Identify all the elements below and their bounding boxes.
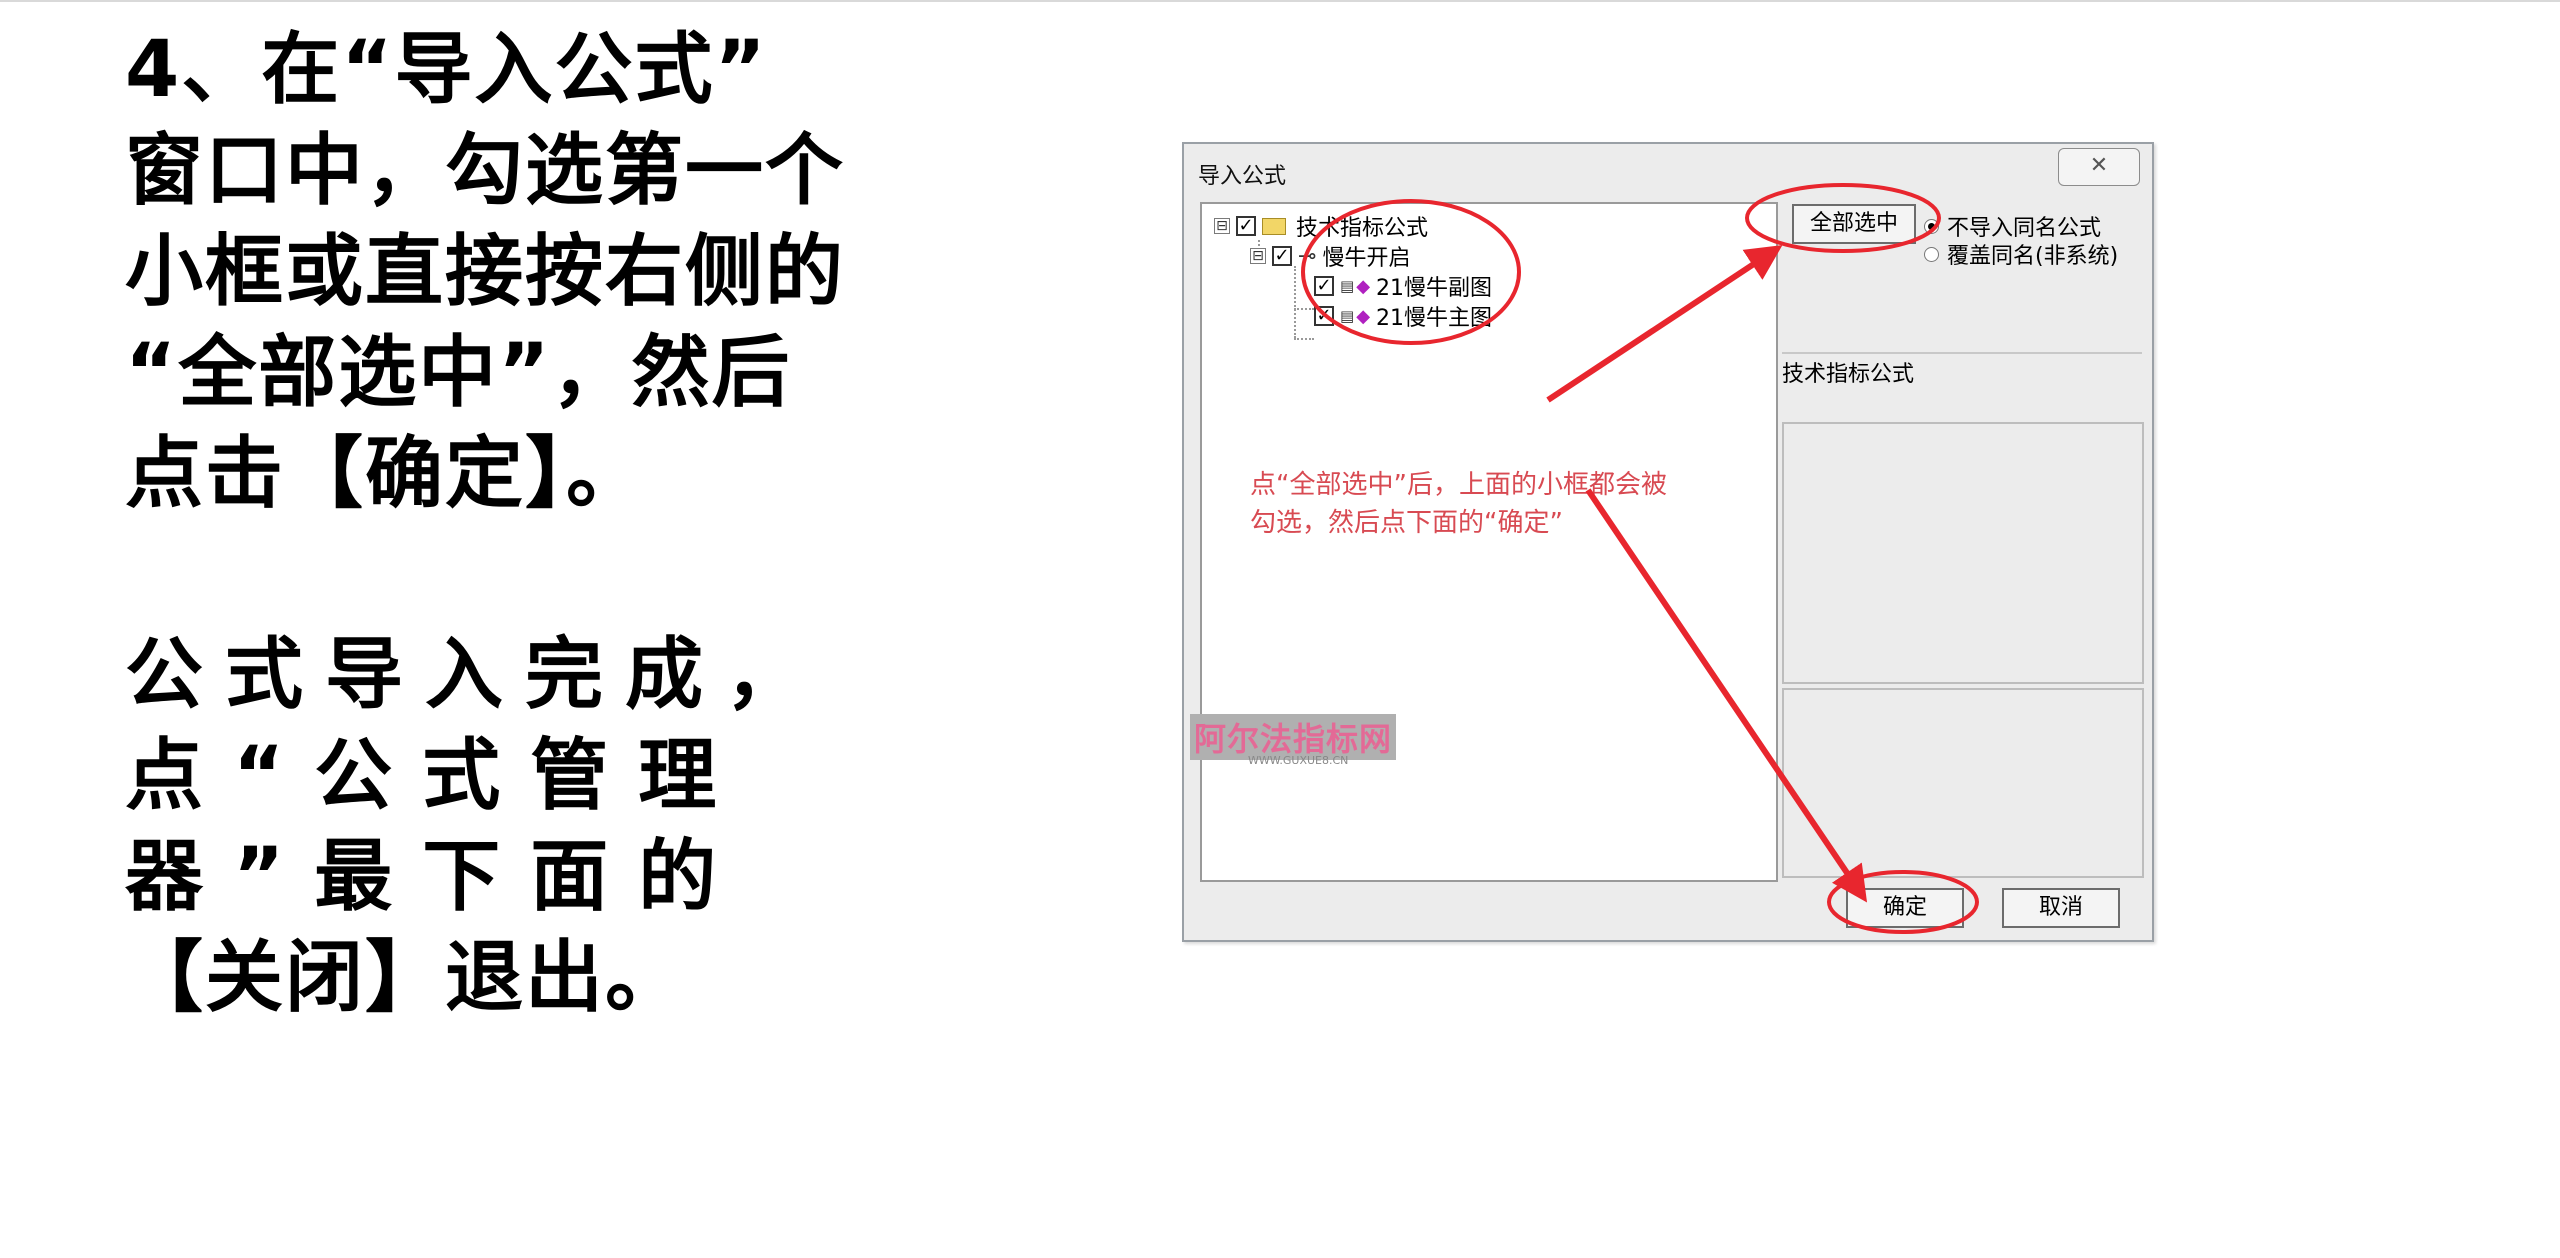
instruction-completion: 公式导入完成， 点“公式管理 器”最下面的 【关闭】退出。 bbox=[125, 625, 825, 1029]
radio-overwrite[interactable]: 覆盖同名(非系统) bbox=[1924, 238, 2118, 270]
formula-info-box bbox=[1782, 422, 2144, 684]
annotation-line: 勾选，然后点下面的“确定” bbox=[1250, 508, 1563, 538]
annotation-line: 点“全部选中”后，上面的小框都会被 bbox=[1250, 470, 1667, 500]
tree-node-group[interactable]: ⊟ ✓ ⊸ 慢牛开启 bbox=[1250, 240, 1410, 272]
key-icon: ⊸ bbox=[1298, 243, 1317, 269]
divider bbox=[1782, 352, 2142, 354]
root-checkbox[interactable]: ✓ bbox=[1236, 216, 1256, 236]
watermark-url: WWW.GUXUE8.CN bbox=[1248, 754, 1349, 767]
tree-node-label: 21慢牛主图 bbox=[1376, 306, 1493, 331]
formula-description-box bbox=[1782, 688, 2144, 878]
instruction-line: 器”最下面的 bbox=[125, 832, 747, 922]
dialog-title: 导入公式 bbox=[1198, 164, 1287, 189]
item-checkbox[interactable]: ✓ bbox=[1314, 276, 1334, 296]
instruction-line: 小框或直接按右侧的 bbox=[125, 227, 846, 317]
group-checkbox[interactable]: ✓ bbox=[1272, 246, 1292, 266]
folder-icon bbox=[1262, 217, 1286, 235]
tree-node-item[interactable]: ✓ ▤ ◆ 21慢牛主图 bbox=[1314, 300, 1492, 332]
tree-node-label: 21慢牛副图 bbox=[1376, 276, 1493, 301]
close-button[interactable]: ✕ bbox=[2058, 148, 2140, 186]
collapse-icon[interactable]: ⊟ bbox=[1250, 248, 1266, 264]
formula-gem-icon: ◆ bbox=[1356, 275, 1371, 297]
radio-button[interactable] bbox=[1924, 218, 1939, 234]
instruction-line: 点“公式管理 bbox=[125, 731, 747, 821]
tree-node-label: 技术指标公式 bbox=[1296, 216, 1429, 241]
instruction-line: 公式导入完成， bbox=[125, 630, 826, 720]
formula-tree: ⊟ ✓ 技术指标公式 ⊟ ✓ ⊸ 慢牛开启 ✓ ▤ ◆ 21慢牛副图 ✓ ▤ ◆… bbox=[1190, 202, 1778, 882]
ok-button[interactable]: 确定 bbox=[1846, 888, 1964, 928]
item-checkbox[interactable]: ✓ bbox=[1314, 306, 1334, 326]
instruction-line: 4、在“导入公式” bbox=[125, 25, 768, 115]
tree-connector bbox=[1294, 266, 1296, 338]
category-label: 技术指标公式 bbox=[1782, 362, 1915, 387]
tree-connector bbox=[1294, 308, 1314, 310]
instruction-line: 点击【确定】。 bbox=[125, 429, 647, 519]
tree-node-item[interactable]: ✓ ▤ ◆ 21慢牛副图 bbox=[1314, 270, 1492, 302]
tree-node-label: 慢牛开启 bbox=[1322, 246, 1411, 271]
document-icon: ▤ bbox=[1340, 307, 1355, 325]
document-icon: ▤ bbox=[1340, 277, 1355, 295]
tree-connector bbox=[1294, 338, 1314, 340]
formula-gem-icon: ◆ bbox=[1356, 305, 1371, 327]
radio-label: 覆盖同名(非系统) bbox=[1947, 244, 2119, 269]
annotation-note: 点“全部选中”后，上面的小框都会被 勾选，然后点下面的“确定” bbox=[1250, 466, 1667, 542]
top-divider bbox=[0, 0, 2560, 2]
radio-button[interactable] bbox=[1924, 246, 1939, 262]
select-all-button[interactable]: 全部选中 bbox=[1792, 204, 1916, 244]
close-icon: ✕ bbox=[2089, 153, 2109, 178]
tree-node-root[interactable]: ⊟ ✓ 技术指标公式 bbox=[1214, 210, 1428, 242]
instruction-step-4: 4、在“导入公式” 窗口中，勾选第一个 小框或直接按右侧的 “全部选中”，然后 … bbox=[125, 20, 845, 525]
instruction-line: 窗口中，勾选第一个 bbox=[125, 126, 846, 216]
instruction-line: “全部选中”，然后 bbox=[125, 328, 792, 418]
cancel-button[interactable]: 取消 bbox=[2002, 888, 2120, 928]
collapse-icon[interactable]: ⊟ bbox=[1214, 218, 1230, 234]
import-formula-dialog: 导入公式 ✕ ⊟ ✓ 技术指标公式 ⊟ ✓ ⊸ 慢牛开启 ✓ ▤ ◆ 21慢牛副… bbox=[1182, 142, 2154, 942]
instruction-line: 【关闭】退出。 bbox=[125, 933, 686, 1023]
